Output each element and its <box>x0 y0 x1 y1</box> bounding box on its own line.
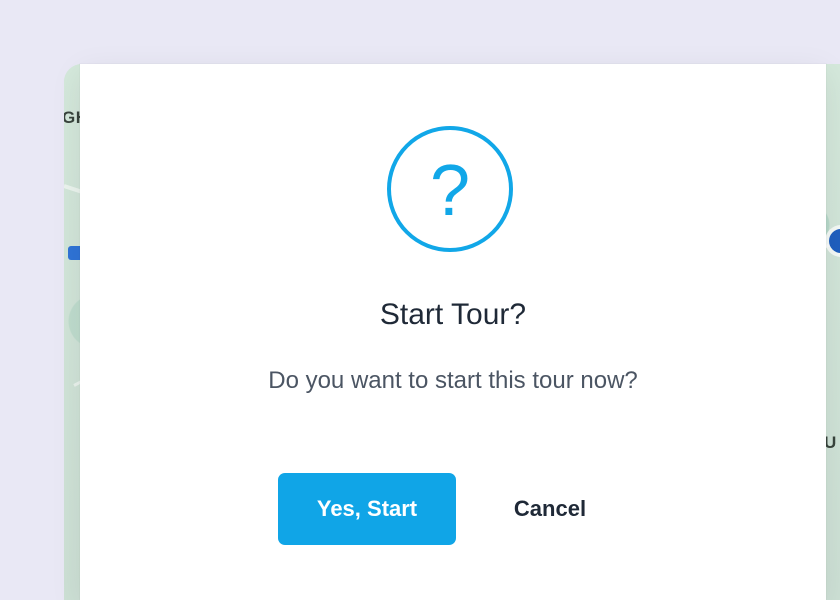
app-frame: GH U ? Start Tour? Do you want to start … <box>0 0 840 600</box>
cancel-button[interactable]: Cancel <box>487 473 613 545</box>
start-tour-dialog: ? Start Tour? Do you want to start this … <box>80 64 826 600</box>
question-icon: ? <box>387 126 513 252</box>
dialog-message: Do you want to start this tour now? <box>268 367 638 394</box>
yes-start-button[interactable]: Yes, Start <box>278 473 456 545</box>
dialog-title: Start Tour? <box>379 298 527 331</box>
question-mark-glyph: ? <box>429 151 471 231</box>
